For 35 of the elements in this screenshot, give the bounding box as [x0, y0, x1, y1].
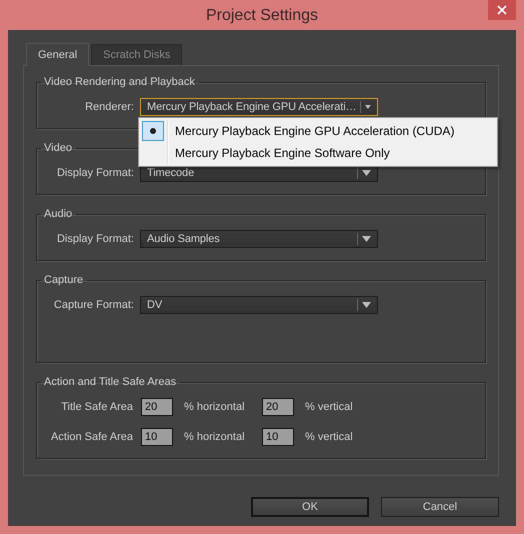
- field-label: Title Safe Area: [60, 401, 134, 413]
- caret-icon: [362, 236, 371, 242]
- unit-label: % horizontal: [183, 431, 246, 443]
- unit-label: % horizontal: [183, 401, 246, 413]
- caret-icon: [362, 302, 371, 308]
- dialog-button[interactable]: Cancel: [381, 497, 499, 517]
- tab[interactable]: General: [26, 43, 90, 66]
- input-field[interactable]: 10: [141, 428, 173, 446]
- close-button[interactable]: [488, 0, 516, 20]
- input-field[interactable]: 10: [262, 428, 294, 446]
- input-field[interactable]: 20: [141, 398, 173, 416]
- field-label: Renderer:: [84, 101, 134, 113]
- caret-icon: [362, 170, 371, 176]
- group-title: Video Rendering and Playback: [43, 75, 196, 89]
- group-title: Capture: [43, 273, 84, 287]
- field-label: Display Format:: [56, 167, 134, 179]
- field-label: Display Format:: [56, 233, 134, 245]
- group-title: Action and Title Safe Areas: [43, 375, 178, 389]
- field-label: Action Safe Area: [50, 431, 134, 443]
- dropdown-select[interactable]: Mercury Playback Engine GPU Accelerati…: [140, 98, 378, 116]
- group-title: Audio: [43, 207, 74, 221]
- menu-item[interactable]: Mercury Playback Engine GPU Acceleration (CUDA): [169, 124, 454, 138]
- unit-label: % vertical: [304, 431, 354, 443]
- field-label: Capture Format:: [52, 299, 134, 311]
- unit-label: % vertical: [304, 401, 354, 413]
- input-field[interactable]: 20: [262, 398, 294, 416]
- dropdown-select[interactable]: Audio Samples: [140, 230, 378, 248]
- dialog-button[interactable]: OK: [251, 497, 369, 517]
- group-title: Video: [43, 141, 73, 155]
- close-icon: [497, 5, 507, 15]
- tab[interactable]: Scratch Disks: [91, 44, 182, 65]
- caret-icon: [365, 104, 371, 110]
- window-title: Project Settings: [206, 6, 318, 24]
- menu-item[interactable]: Mercury Playback Engine Software Only: [169, 146, 390, 160]
- dropdown-select[interactable]: DV: [140, 296, 378, 314]
